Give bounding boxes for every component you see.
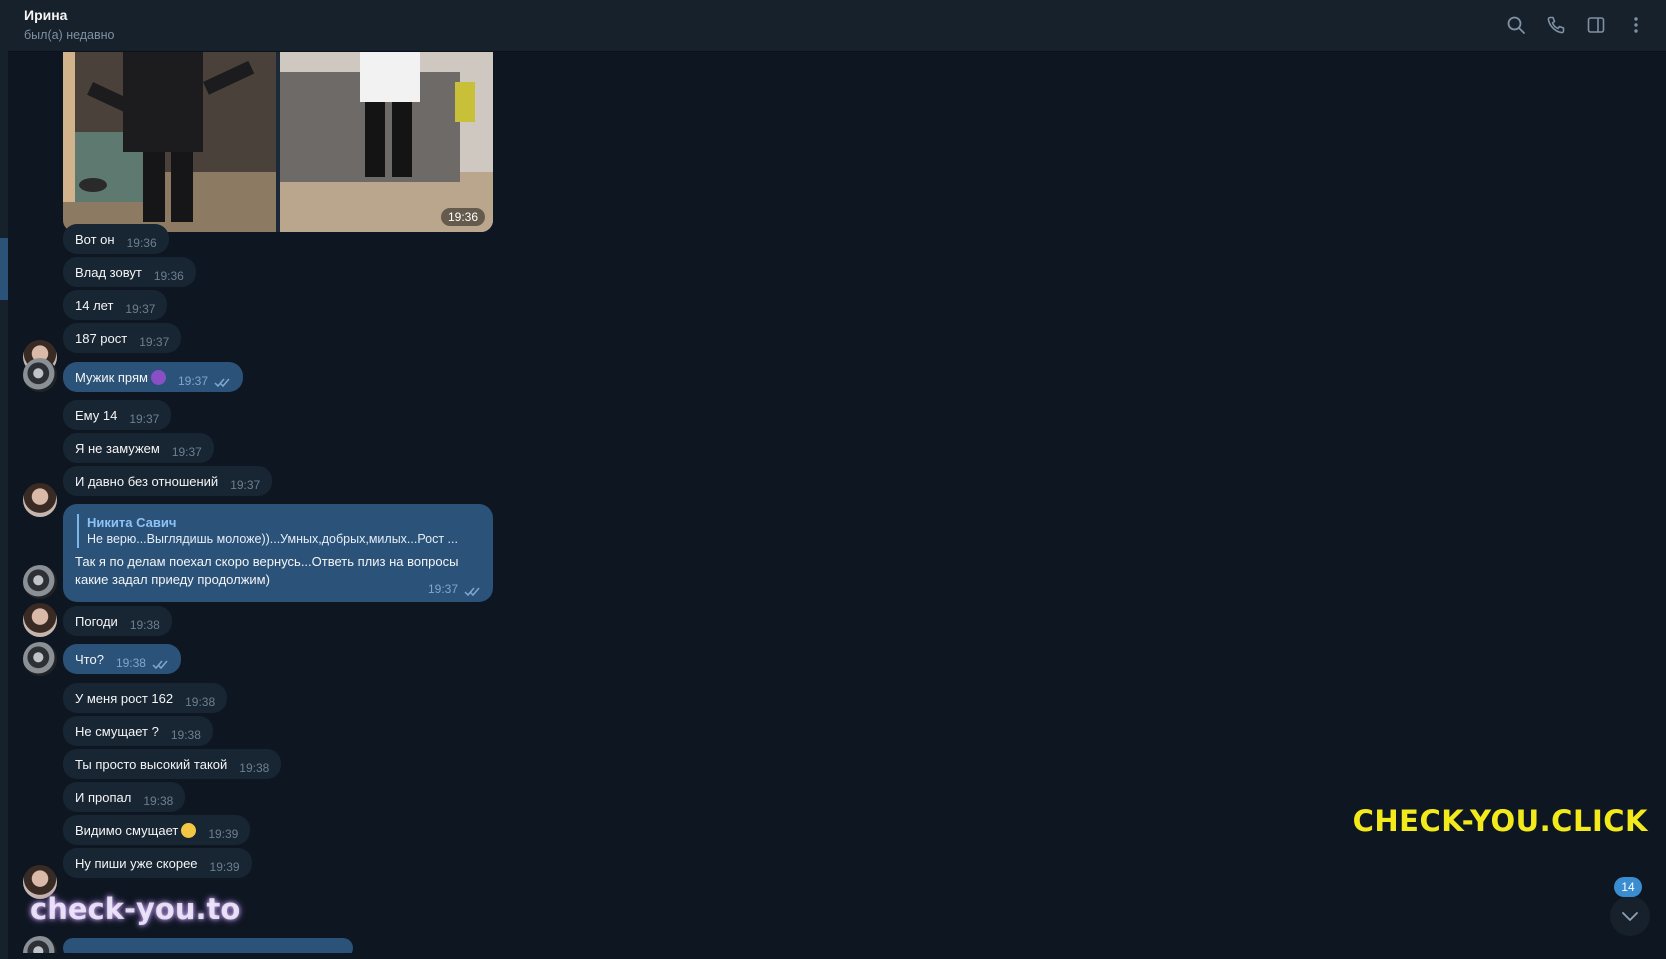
message-outgoing[interactable]: Что? 19:38 xyxy=(63,644,181,674)
message-time: 19:36 xyxy=(153,269,184,283)
user-avatar[interactable] xyxy=(23,565,57,599)
more-vertical-icon[interactable] xyxy=(1616,12,1656,38)
message-time: 19:37 xyxy=(139,335,170,349)
message-text: Влад зовут xyxy=(75,265,142,280)
message-incoming[interactable]: И пропал 19:38 xyxy=(63,782,186,812)
contact-name[interactable]: Ирина xyxy=(24,7,67,23)
message-text: Ему 14 xyxy=(75,408,118,423)
message-text: 14 лет xyxy=(75,298,114,313)
message-time: 19:38 xyxy=(239,761,270,775)
message-incoming[interactable]: Погоди 19:38 xyxy=(63,606,172,636)
message-time: 19:39 xyxy=(209,860,240,874)
message-time: 19:39 xyxy=(208,827,239,841)
user-avatar[interactable] xyxy=(23,936,57,953)
user-avatar[interactable] xyxy=(23,358,57,392)
message-incoming[interactable]: И давно без отношений 19:37 xyxy=(63,466,273,496)
message-incoming[interactable]: Видимо смущает 19:39 xyxy=(63,815,251,845)
message-text: Что? xyxy=(75,652,104,667)
photo-boy-black-outfit[interactable] xyxy=(63,52,276,232)
message-incoming[interactable]: 187 рост 19:37 xyxy=(63,323,182,353)
photo-boy-white-shirt[interactable] xyxy=(280,52,493,232)
reply-quote[interactable]: Никита Савич Не верю...Выглядишь моложе)… xyxy=(77,514,481,548)
message-time: 19:37 xyxy=(427,582,458,596)
phone-icon[interactable] xyxy=(1536,12,1576,38)
message-time: 19:37 xyxy=(125,302,156,316)
smiling-devil-emoji-icon xyxy=(150,370,166,385)
watermark-check-you-click: CHECK-YOU.CLICK xyxy=(1352,804,1648,838)
message-time: 19:38 xyxy=(115,656,146,670)
message-outgoing-reply[interactable]: Никита Савич Не верю...Выглядишь моложе)… xyxy=(63,504,493,602)
message-time: 19:38 xyxy=(143,794,174,808)
message-text: Так я по делам поехал скоро вернусь...От… xyxy=(75,554,459,587)
contact-avatar[interactable] xyxy=(23,603,57,637)
message-time: 19:37 xyxy=(230,478,261,492)
telegram-chat-window: Ирина был(а) недавно 19:36 Вот он 19:36 … xyxy=(0,0,1666,959)
confused-face-emoji-icon xyxy=(181,823,197,838)
search-icon[interactable] xyxy=(1496,12,1536,38)
message-text: И пропал xyxy=(75,790,132,805)
message-incoming[interactable]: Ты просто высокий такой 19:38 xyxy=(63,749,282,779)
message-incoming[interactable]: Влад зовут 19:36 xyxy=(63,257,196,287)
user-avatar[interactable] xyxy=(23,642,57,676)
chat-list-edge xyxy=(0,0,8,959)
photo-album[interactable]: 19:36 xyxy=(63,52,493,232)
message-incoming[interactable]: 14 лет 19:37 xyxy=(63,290,168,320)
message-text: Видимо смущает xyxy=(75,822,197,839)
message-time: 19:37 xyxy=(177,374,209,388)
reply-snippet: Не верю...Выглядишь моложе))...Умных,доб… xyxy=(87,532,458,546)
chat-header: Ирина был(а) недавно xyxy=(8,0,1666,52)
message-incoming[interactable]: Ну пиши уже скорее 19:39 xyxy=(63,848,252,878)
message-text: Мужик прям xyxy=(75,369,166,386)
message-text: И давно без отношений xyxy=(75,474,219,489)
message-text: Вот он xyxy=(75,232,115,247)
message-text: Ты просто высокий такой xyxy=(75,757,228,772)
message-text: 187 рост xyxy=(75,331,128,346)
message-outgoing-partial[interactable] xyxy=(63,938,353,953)
reply-author: Никита Савич xyxy=(87,515,177,530)
read-checkmarks-icon xyxy=(214,377,231,388)
album-time: 19:36 xyxy=(440,208,485,226)
message-time: 19:38 xyxy=(185,695,216,709)
message-text: Погоди xyxy=(75,614,118,629)
message-time: 19:36 xyxy=(126,236,157,250)
message-time: 19:38 xyxy=(129,618,160,632)
message-incoming[interactable]: Вот он 19:36 xyxy=(63,224,169,254)
header-actions xyxy=(1496,12,1656,38)
message-text: Не смущает ? xyxy=(75,724,159,739)
read-checkmarks-icon xyxy=(464,586,481,597)
message-text: У меня рост 162 xyxy=(75,691,174,706)
contact-status: был(а) недавно xyxy=(24,28,115,42)
watermark-check-you-to: check-you.to xyxy=(30,892,241,926)
chevron-down-icon xyxy=(1622,912,1638,921)
message-time: 19:37 xyxy=(171,445,202,459)
contact-avatar[interactable] xyxy=(23,483,57,517)
message-incoming[interactable]: У меня рост 162 19:38 xyxy=(63,683,228,713)
message-time: 19:37 xyxy=(129,412,160,426)
message-incoming[interactable]: Не смущает ? 19:38 xyxy=(63,716,213,746)
sidebar-toggle-icon[interactable] xyxy=(1576,12,1616,38)
unread-count-badge: 14 xyxy=(1614,877,1642,897)
message-text: Ну пиши уже скорее xyxy=(75,856,198,871)
message-incoming[interactable]: Я не замужем 19:37 xyxy=(63,433,214,463)
scroll-down-button[interactable] xyxy=(1610,896,1650,936)
read-checkmarks-icon xyxy=(152,659,169,670)
active-chat-indicator xyxy=(0,238,8,300)
message-time: 19:38 xyxy=(170,728,201,742)
message-incoming[interactable]: Ему 14 19:37 xyxy=(63,400,172,430)
message-outgoing[interactable]: Мужик прям 19:37 xyxy=(63,362,244,392)
message-text: Я не замужем xyxy=(75,441,160,456)
